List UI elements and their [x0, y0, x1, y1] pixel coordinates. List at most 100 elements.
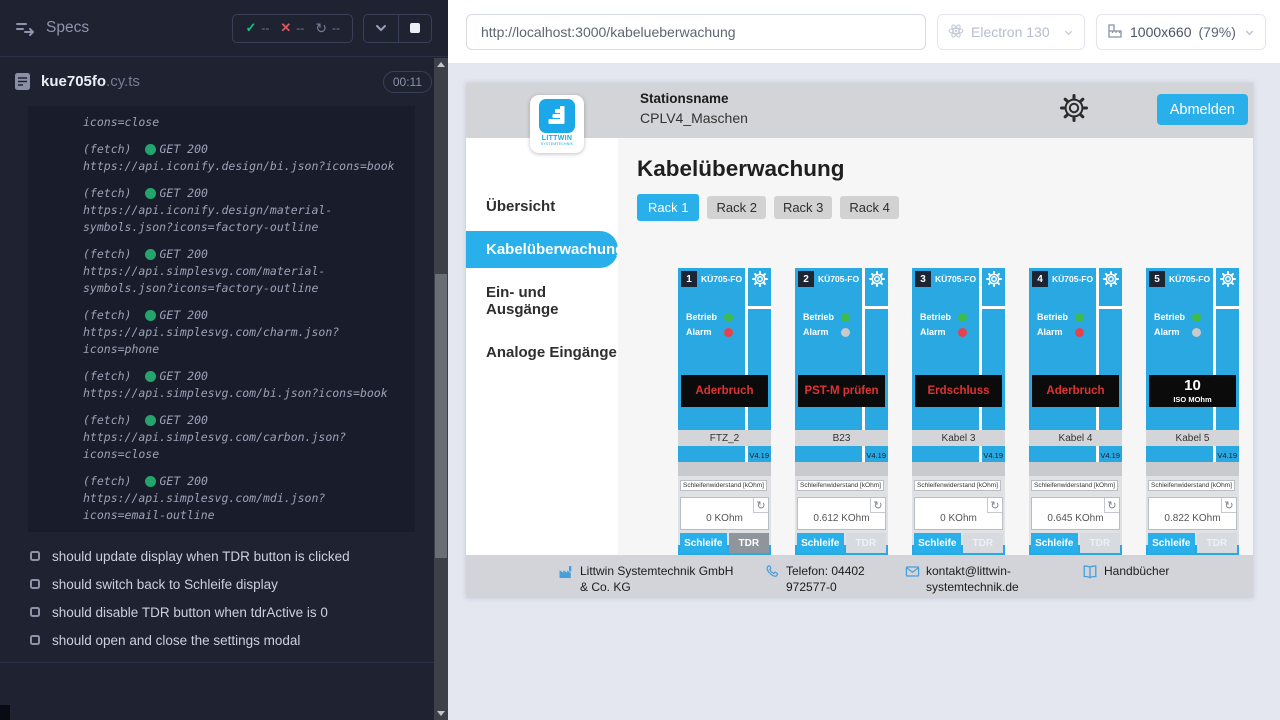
scrollbar-thumb[interactable] — [435, 274, 447, 558]
divider — [1213, 446, 1216, 462]
browser-select[interactable]: Electron 130 — [937, 14, 1085, 50]
resistance-panel: Schleifenwiderstand [kOhm] ↻ 0 KOhm Schl… — [912, 476, 1005, 545]
spec-file-name[interactable]: kue705fo.cy.ts — [41, 73, 140, 90]
log-status: GET 200 — [159, 246, 207, 263]
alarm-text: Aderbruch — [1046, 385, 1104, 397]
sidebar-item[interactable]: Übersicht — [466, 188, 618, 225]
divider — [862, 446, 865, 462]
test-item[interactable]: should disable TDR button when tdrActive… — [30, 598, 448, 626]
failed-count: ✕-- — [280, 20, 304, 36]
log-status: GET 200 — [159, 368, 207, 385]
log-head: (fetch) GET 200 — [83, 246, 403, 263]
footer-email[interactable]: kontakt@littwin-systemtechnik.de — [905, 563, 1034, 595]
scroll-down-icon[interactable] — [437, 711, 445, 716]
betrieb-label: Betrieb — [1154, 312, 1188, 322]
test-label: should open and close the settings modal — [52, 633, 300, 648]
scroll-up-icon[interactable] — [437, 62, 445, 67]
tdr-button[interactable]: TDR — [963, 533, 1003, 553]
tdr-button[interactable]: TDR — [846, 533, 886, 553]
divider — [1216, 306, 1239, 309]
panel-corner — [0, 705, 10, 720]
status-display: PST-M prüfen — [798, 375, 885, 407]
test-item[interactable]: should open and close the settings modal — [30, 626, 448, 654]
refresh-icon[interactable]: ↻ — [870, 498, 885, 513]
card-settings-gear-icon[interactable] — [869, 271, 885, 287]
schleife-button[interactable]: Schleife — [680, 533, 727, 553]
rack-tab[interactable]: Rack 4 — [840, 196, 898, 219]
card-settings-gear-icon[interactable] — [752, 271, 768, 287]
cable-monitor-card: 1 KÜ705-FO Betrieb — [678, 268, 771, 555]
iso-value: 10 — [1184, 378, 1201, 395]
log-entry[interactable]: (fetch) GET 200 https://api.iconify.desi… — [83, 185, 403, 236]
tdr-button[interactable]: TDR — [729, 533, 769, 553]
schleife-button[interactable]: Schleife — [1031, 533, 1078, 553]
sidebar-item[interactable]: Analoge Eingänge — [466, 334, 618, 371]
url-input[interactable] — [466, 14, 926, 50]
divider — [1096, 446, 1099, 462]
schleife-button[interactable]: Schleife — [797, 533, 844, 553]
test-item[interactable]: should update display when TDR button is… — [30, 542, 448, 570]
log-entry[interactable]: (fetch) GET 200 https://api.simplesvg.co… — [83, 368, 403, 402]
station-label: Stationsname — [640, 91, 748, 106]
rack-tab[interactable]: Rack 3 — [774, 196, 832, 219]
sidebar-item[interactable]: Kabelüberwachung — [466, 231, 618, 268]
app-under-test: LITTWIN SYSTEMTECHNIK Stationsname CPLV4… — [466, 83, 1253, 598]
test-item[interactable]: should switch back to Schleife display — [30, 570, 448, 598]
refresh-icon[interactable]: ↻ — [1221, 498, 1236, 513]
specs-menu-icon[interactable] — [14, 17, 36, 39]
led-block: Betrieb Alarm — [920, 312, 967, 342]
card-settings-gear-icon[interactable] — [986, 271, 1002, 287]
log-head: (fetch) GET 200 — [83, 307, 403, 324]
reporter-scrollbar[interactable] — [434, 58, 448, 720]
resistance-value-box: ↻ 0 KOhm — [914, 497, 1003, 530]
log-url: https://api.simplesvg.com/mdi.json?icons… — [83, 490, 403, 524]
log-entry[interactable]: (fetch) GET 200 https://api.simplesvg.co… — [83, 246, 403, 297]
collapse-chevron-icon[interactable] — [364, 21, 398, 35]
tdr-button[interactable]: TDR — [1080, 533, 1120, 553]
refresh-icon[interactable]: ↻ — [753, 498, 768, 513]
status-display: 10 ISO MOhm — [1149, 375, 1236, 407]
browser-url-bar: Electron 130 1000x660 (79%) — [448, 0, 1280, 64]
divider — [982, 306, 1005, 309]
resistance-value-box: ↻ 0.612 KOhm — [797, 497, 886, 530]
card-settings-gear-icon[interactable] — [1220, 271, 1236, 287]
refresh-icon[interactable]: ↻ — [987, 498, 1002, 513]
cable-monitor-card: 2 KÜ705-FO Betrieb — [795, 268, 888, 555]
resistance-value-box: ↻ 0.822 KOhm — [1148, 497, 1237, 530]
slot-number: 1 — [681, 271, 697, 287]
device-model: KÜ705-FO — [1052, 274, 1093, 284]
schleife-button[interactable]: Schleife — [914, 533, 961, 553]
log-url: https://api.simplesvg.com/charm.json?ico… — [83, 324, 403, 358]
logout-button[interactable]: Abmelden — [1157, 94, 1248, 125]
rack-tab[interactable]: Rack 2 — [707, 196, 765, 219]
log-head: (fetch) GET 200 — [83, 185, 403, 202]
led-block: Betrieb Alarm — [1154, 312, 1201, 342]
refresh-icon[interactable]: ↻ — [1104, 498, 1119, 513]
viewport-size-select[interactable]: 1000x660 (79%) — [1096, 14, 1266, 50]
log-entry[interactable]: (fetch) GET 200 https://api.simplesvg.co… — [83, 307, 403, 358]
test-stats[interactable]: ✓-- ✕-- ↻-- — [232, 14, 353, 43]
log-entry[interactable]: icons=close — [83, 114, 403, 131]
sidebar-item[interactable]: Ein- und Ausgänge — [466, 274, 618, 328]
spec-timer: 00:11 — [383, 71, 432, 93]
resistance-value-box: ↻ 0.645 KOhm — [1031, 497, 1120, 530]
resistance-panel: Schleifenwiderstand [kOhm] ↻ 0.645 KOhm … — [1029, 476, 1122, 545]
test-list: should update display when TDR button is… — [0, 542, 448, 654]
stop-button[interactable] — [399, 23, 431, 33]
settings-gear-icon[interactable] — [1060, 94, 1088, 122]
spec-file-icon — [14, 72, 31, 91]
schleife-button[interactable]: Schleife — [1148, 533, 1195, 553]
refresh-icon: ↻ — [315, 20, 327, 37]
log-entry[interactable]: (fetch) GET 200 https://api.simplesvg.co… — [83, 412, 403, 463]
log-entry[interactable]: (fetch) GET 200 https://api.simplesvg.co… — [83, 473, 403, 524]
alarm-text: Erdschluss — [928, 385, 990, 397]
betrieb-led — [1192, 313, 1201, 322]
footer-manuals[interactable]: Handbücher — [1082, 563, 1169, 580]
tdr-button[interactable]: TDR — [1197, 533, 1237, 553]
card-settings-gear-icon[interactable] — [1103, 271, 1119, 287]
cable-name: Kabel 3 — [912, 430, 1005, 446]
email-icon — [905, 564, 920, 579]
firmware-version: V4.19 — [1100, 451, 1120, 460]
rack-tab[interactable]: Rack 1 — [637, 194, 699, 221]
log-entry[interactable]: (fetch) GET 200 https://api.iconify.desi… — [83, 141, 403, 175]
